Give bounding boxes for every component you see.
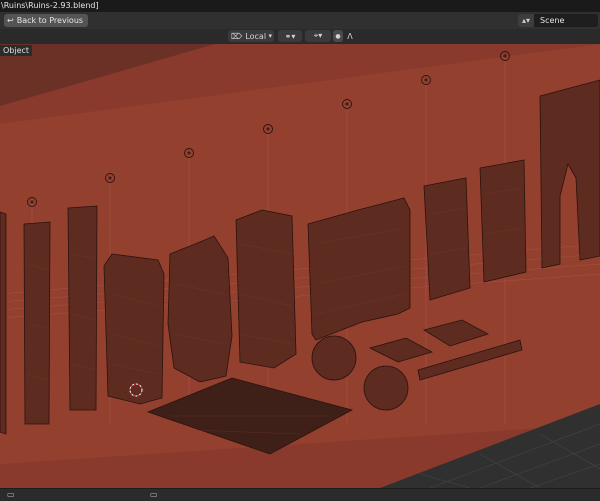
- wall-shadow: [0, 44, 215, 106]
- mesh-pillar-edge: [0, 211, 7, 435]
- mesh-broken-pillar: [103, 253, 165, 405]
- mesh-narrow-panel: [423, 177, 471, 301]
- falloff-curve-icon: Λ: [347, 31, 353, 41]
- mesh-sphere-1: [311, 335, 357, 381]
- mesh-log-1: [23, 221, 51, 425]
- chevron-down-icon: ▾: [268, 32, 272, 40]
- scene-selector[interactable]: ▴▾ Scene: [518, 14, 598, 27]
- back-arrow-icon: ↩: [7, 16, 14, 25]
- falloff-button[interactable]: Λ: [343, 30, 357, 42]
- pivot-icon: ⚭▾: [284, 31, 296, 41]
- status-mouse-icon: ▭: [7, 490, 15, 499]
- scene-name-field[interactable]: Scene: [534, 14, 598, 27]
- mesh-sphere-2: [363, 365, 409, 411]
- status-bar: ▭ ▭: [0, 488, 600, 501]
- mesh-log-2: [67, 205, 98, 411]
- mesh-panel-2: [479, 159, 527, 283]
- snap-icon: ⌖▾: [313, 31, 323, 40]
- viewport-header: ⌦ Local ▾ ⚭▾ ⌖▾ ● Λ: [0, 29, 600, 44]
- orientation-dropdown[interactable]: ⌦ Local ▾: [228, 30, 274, 42]
- back-to-previous-button[interactable]: ↩ Back to Previous: [4, 14, 89, 27]
- proportional-edit-icon: ●: [335, 32, 341, 40]
- window-title: \Ruins\Ruins-2.93.blend]: [0, 0, 600, 12]
- proportional-edit-button[interactable]: ●: [333, 30, 343, 42]
- snap-toggle-button[interactable]: ⌖▾: [305, 30, 331, 42]
- back-to-previous-label: Back to Previous: [16, 16, 84, 25]
- top-bar: ↩ Back to Previous ▴▾ Scene: [0, 12, 600, 30]
- orientation-label: Local: [245, 31, 267, 41]
- mesh-tall-block: [235, 209, 297, 369]
- mesh-jagged-piece: [167, 235, 233, 383]
- status-mouse-icon-2: ▭: [150, 490, 158, 499]
- viewport-mode-label: Object: [0, 45, 33, 56]
- viewport-scene: [0, 44, 600, 488]
- 3d-viewport[interactable]: [0, 44, 600, 488]
- orientation-icon: ⌦: [231, 31, 243, 41]
- scene-icon[interactable]: ▴▾: [518, 14, 534, 27]
- pivot-point-button[interactable]: ⚭▾: [278, 30, 302, 42]
